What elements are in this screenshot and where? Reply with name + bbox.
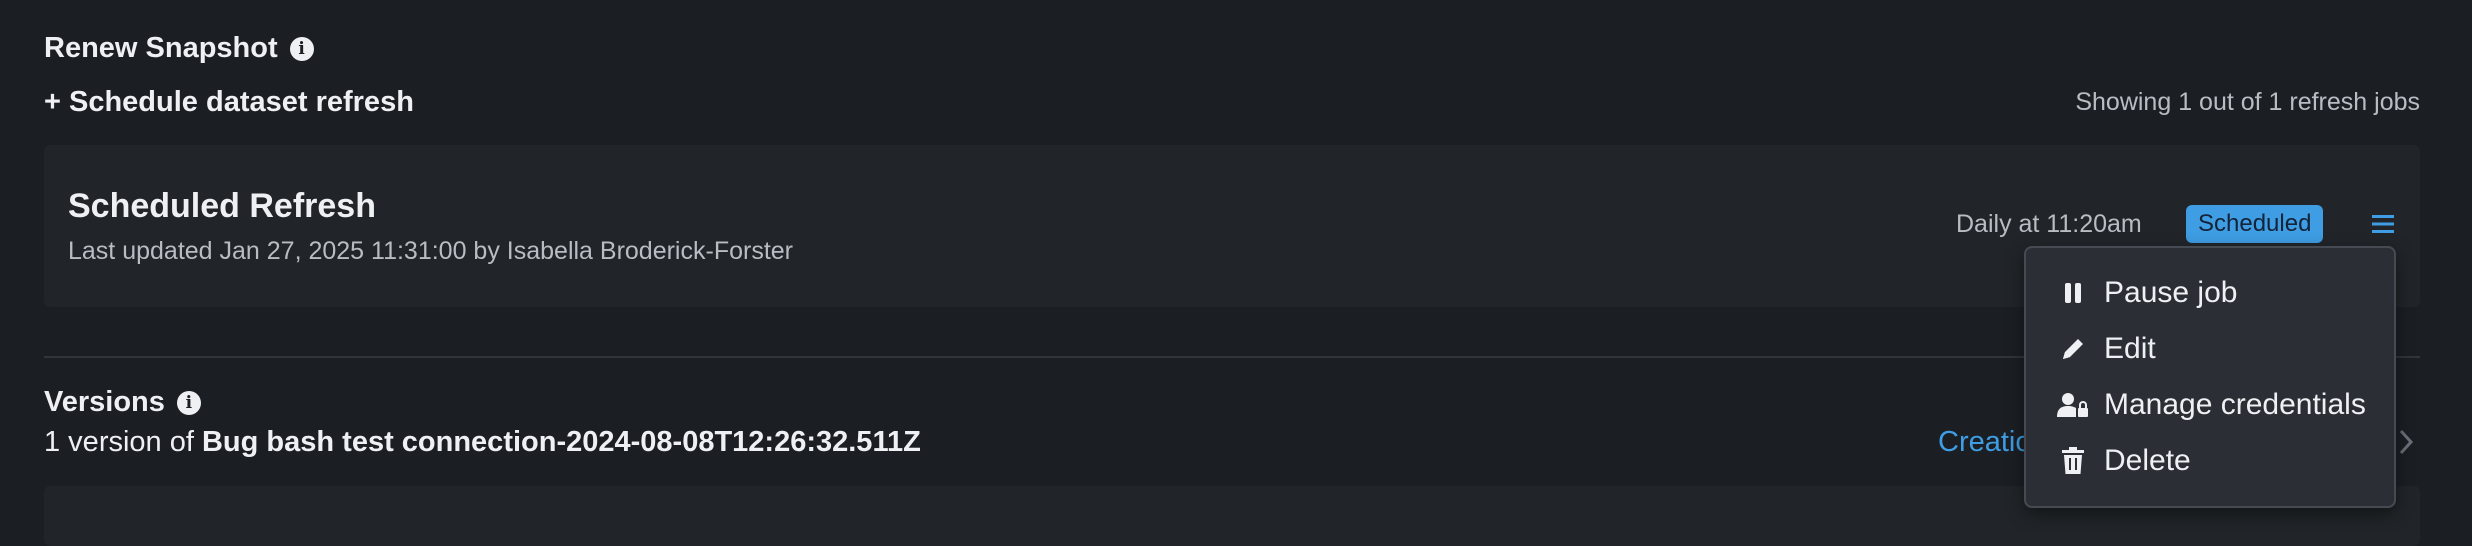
versions-title: Versions [44, 386, 165, 418]
renew-snapshot-title: Renew Snapshot [44, 32, 278, 64]
chevron-right-icon[interactable] [2398, 428, 2414, 461]
user-lock-icon [2056, 392, 2090, 418]
pencil-icon [2056, 335, 2090, 363]
menu-item-label: Manage credentials [2104, 388, 2366, 421]
job-actions-menu: Pause job Edit Manage credentials Delete [2024, 246, 2396, 508]
versions-header: Versions i [44, 386, 201, 419]
menu-item-label: Delete [2104, 444, 2191, 477]
job-last-updated: Last updated Jan 27, 2025 11:31:00 by Is… [68, 237, 793, 265]
edit-menu-item[interactable]: Edit [2026, 321, 2394, 377]
versions-prefix: 1 version of [44, 426, 202, 458]
creation-link[interactable]: Creatio [1938, 426, 2032, 459]
dataset-name: Bug bash test connection-2024-08-08T12:2… [201, 426, 921, 458]
renew-snapshot-header: Renew Snapshot i [44, 32, 314, 65]
pause-job-menu-item[interactable]: Pause job [2026, 265, 2394, 321]
menu-item-label: Edit [2104, 332, 2156, 365]
trash-icon [2056, 447, 2090, 475]
info-icon[interactable]: i [289, 36, 314, 61]
info-icon[interactable]: i [176, 390, 201, 415]
manage-credentials-menu-item[interactable]: Manage credentials [2026, 377, 2394, 433]
job-title: Scheduled Refresh [68, 187, 376, 225]
job-schedule-text: Daily at 11:20am [1956, 210, 2142, 238]
schedule-dataset-refresh-button[interactable]: + Schedule dataset refresh [44, 86, 414, 119]
status-badge: Scheduled [2186, 205, 2324, 243]
refresh-jobs-count: Showing 1 out of 1 refresh jobs [2075, 88, 2420, 116]
versions-summary: 1 version of Bug bash test connection-20… [44, 426, 921, 459]
menu-item-label: Pause job [2104, 276, 2238, 309]
hamburger-menu-icon[interactable] [2372, 213, 2394, 240]
pause-icon [2056, 281, 2090, 305]
delete-menu-item[interactable]: Delete [2026, 433, 2394, 489]
